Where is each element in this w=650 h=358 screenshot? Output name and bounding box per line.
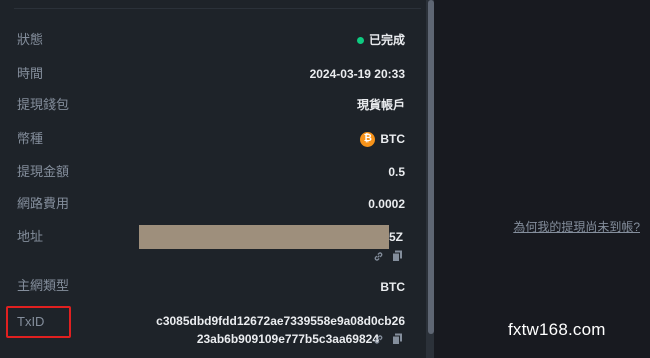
watermark: fxtw168.com — [508, 320, 606, 339]
copy-icon[interactable] — [392, 333, 403, 345]
txid-label: TxID — [17, 314, 45, 329]
amount-label: 提現金額 — [17, 164, 70, 179]
address-redaction — [139, 225, 389, 249]
time-label: 時間 — [17, 66, 44, 81]
divider — [14, 8, 421, 9]
scrollbar-thumb[interactable] — [428, 0, 434, 334]
time-value: 2024-03-19 20:33 — [309, 67, 405, 81]
fee-label: 網路費用 — [17, 196, 70, 211]
fee-value: 0.0002 — [368, 197, 405, 211]
txid-value-line2: 23ab6b909109e777b5c3aa69824 — [196, 332, 379, 346]
txid-actions — [373, 333, 403, 345]
copy-icon[interactable] — [392, 250, 403, 262]
status-text: 已完成 — [368, 33, 405, 47]
amount-value: 0.5 — [388, 165, 405, 179]
wallet-label: 提現錢包 — [17, 97, 70, 112]
link-icon[interactable] — [373, 334, 384, 345]
status-label: 狀態 — [17, 32, 44, 47]
wallet-value: 現貨帳戶 — [356, 98, 405, 112]
coin-value: ₿ BTC — [360, 131, 405, 147]
coin-text: BTC — [380, 132, 405, 146]
txid-value-line1: c3085dbd9fdd12672ae7339558e9a08d0cb26 — [156, 314, 405, 328]
address-actions — [373, 250, 403, 262]
status-value: 已完成 — [356, 32, 405, 48]
address-value-tail: 5Z — [389, 230, 404, 244]
bitcoin-icon: ₿ — [360, 131, 376, 147]
network-label: 主網類型 — [17, 278, 70, 293]
address-label: 地址 — [17, 229, 44, 244]
link-icon[interactable] — [373, 251, 384, 262]
network-value: BTC — [380, 280, 405, 294]
coin-label: 幣種 — [17, 131, 44, 146]
withdrawal-not-received-link[interactable]: 為何我的提現尚未到帳? — [513, 218, 640, 235]
status-dot-icon — [356, 36, 364, 44]
withdrawal-detail-screen: 狀態 已完成 時間 2024-03-19 20:33 提現錢包 現貨帳戶 幣種 … — [0, 0, 650, 358]
withdrawal-detail-panel: 狀態 已完成 時間 2024-03-19 20:33 提現錢包 現貨帳戶 幣種 … — [0, 0, 426, 358]
